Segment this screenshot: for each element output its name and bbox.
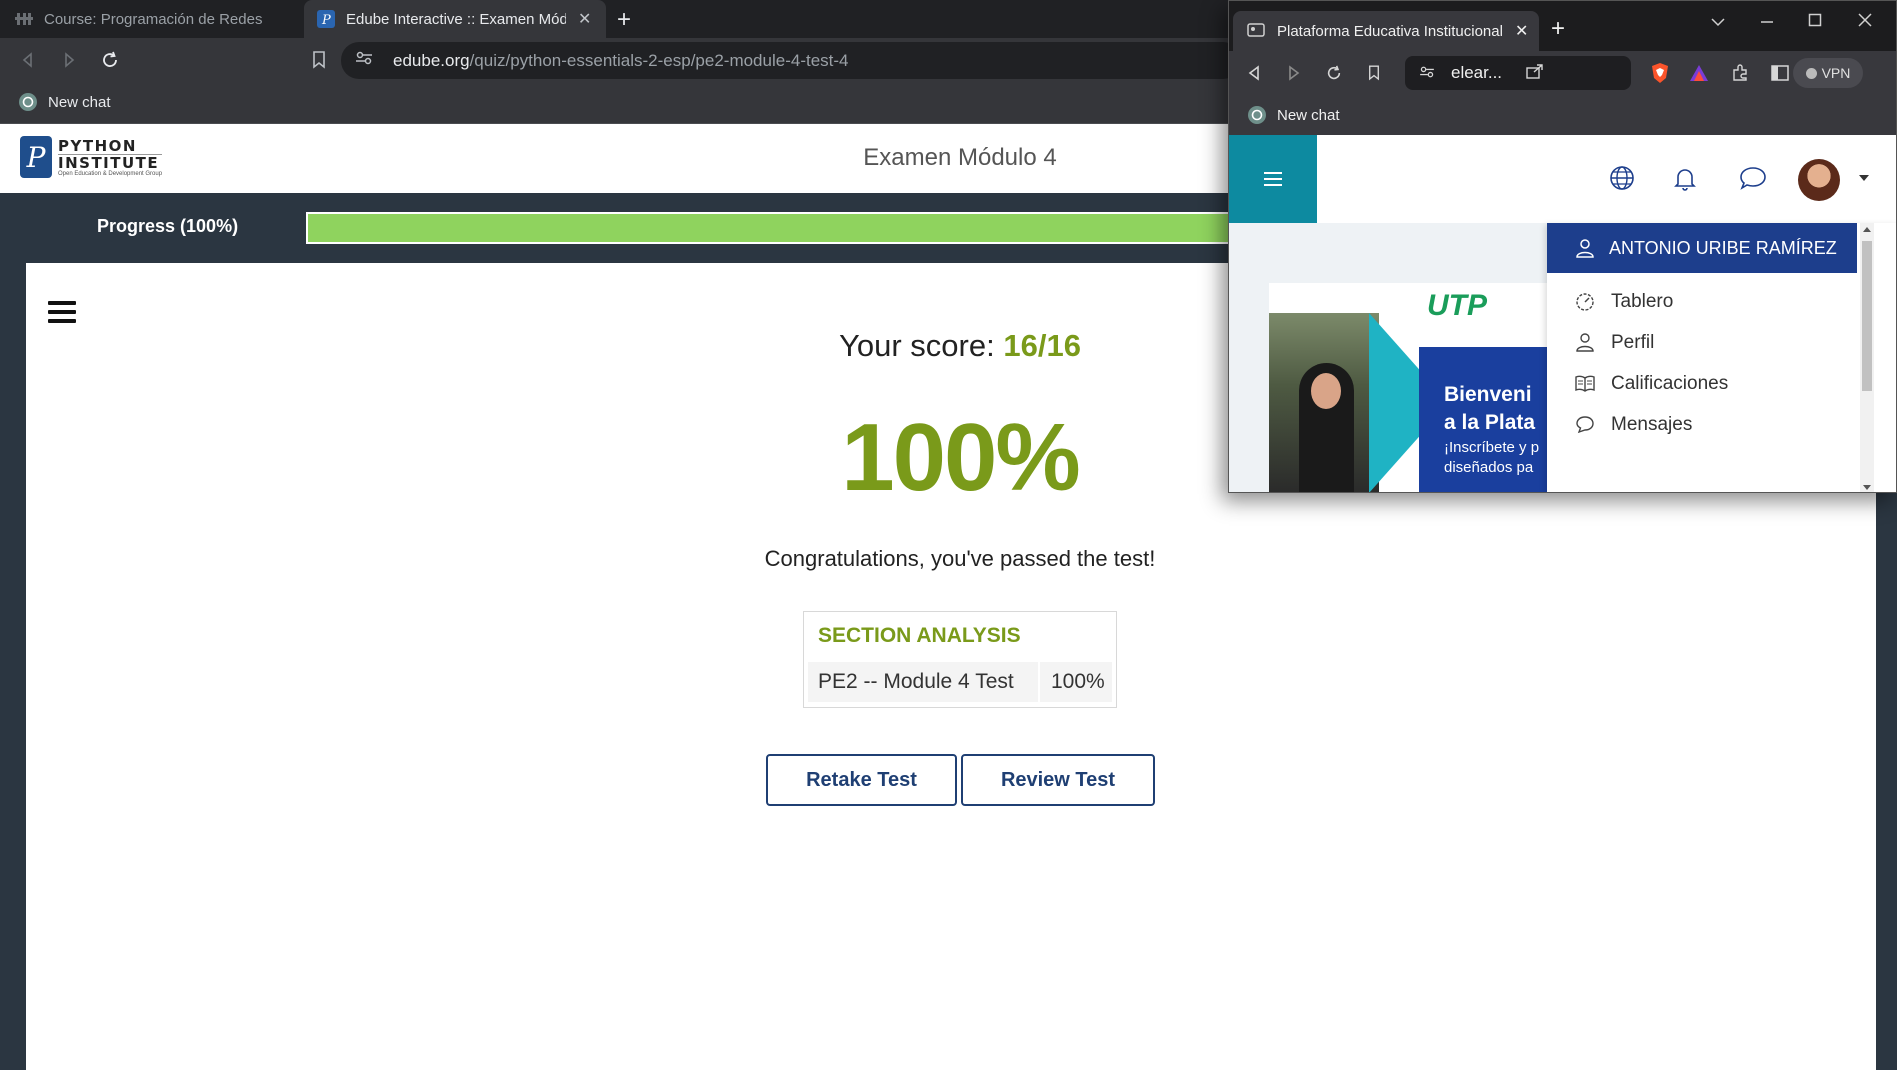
- share-icon[interactable]: [1526, 63, 1544, 84]
- messages-bubble-icon[interactable]: [1739, 165, 1767, 193]
- user-icon: [1575, 238, 1595, 258]
- scrollbar-thumb[interactable]: [1862, 241, 1872, 391]
- svg-text:P: P: [321, 13, 331, 28]
- menu-icon[interactable]: [48, 301, 76, 328]
- brave-shields-icon[interactable]: [1647, 60, 1673, 86]
- address-bar[interactable]: edube.org /quiz/python-essentials-2-esp/…: [341, 42, 1241, 79]
- section-divider: [1038, 662, 1040, 702]
- bookmark-new-chat[interactable]: New chat: [18, 92, 111, 112]
- maximize-icon[interactable]: [1808, 11, 1822, 32]
- dropdown-item-perfil[interactable]: Perfil: [1575, 328, 1654, 358]
- dropdown-item-label: Calificaciones: [1611, 373, 1729, 394]
- congrats-message: Congratulations, you've passed the test!: [764, 546, 1156, 571]
- globe-icon[interactable]: [1609, 165, 1637, 193]
- user-dropdown-menu: ANTONIO URIBE RAMÍREZ Tablero Perfil Cal…: [1547, 223, 1896, 492]
- progress-label: Progress (100%): [97, 216, 239, 236]
- dropdown-item-label: Tablero: [1611, 291, 1674, 312]
- chatgpt-icon: [18, 92, 38, 112]
- new-tab-icon[interactable]: +: [1551, 15, 1565, 43]
- user-menu-caret-icon[interactable]: [1859, 175, 1869, 181]
- section-row: PE2 -- Module 4 Test 100%: [808, 662, 1112, 702]
- url-host: edube.org: [393, 50, 470, 70]
- back-icon[interactable]: [1241, 60, 1267, 86]
- url-text: elear...: [1451, 63, 1503, 82]
- bookmark-icon[interactable]: [305, 46, 333, 74]
- site-favicon-icon: [1247, 21, 1267, 41]
- reload-icon[interactable]: [1321, 60, 1347, 86]
- notification-bell-icon[interactable]: [1672, 165, 1700, 193]
- review-test-button[interactable]: Review Test: [961, 754, 1155, 806]
- reload-icon[interactable]: [96, 46, 124, 74]
- dropdown-item-label: Mensajes: [1611, 414, 1693, 435]
- network-icon: [14, 9, 34, 29]
- tab-strip: Plataforma Educativa Institucional ✕ +: [1229, 1, 1896, 51]
- platform-topbar: [1229, 135, 1896, 223]
- welcome-banner: UTP Bienveni a la Plata ¡Inscríbete y p …: [1269, 283, 1569, 492]
- dashboard-gauge-icon: [1575, 291, 1597, 313]
- retake-test-button[interactable]: Retake Test: [766, 754, 957, 806]
- dropdown-username: ANTONIO URIBE RAMÍREZ: [1609, 237, 1837, 258]
- tab-title: Course: Programación de Redes: [44, 10, 263, 28]
- vpn-button[interactable]: VPN: [1793, 58, 1863, 88]
- tab-title: Edube Interactive :: Examen Módulo 4: [346, 10, 566, 28]
- dropdown-item-calificaciones[interactable]: Calificaciones: [1575, 369, 1728, 399]
- scroll-up-icon[interactable]: [1863, 227, 1871, 232]
- tab-title: Plataforma Educativa Institucional: [1277, 22, 1503, 40]
- section-analysis-title: SECTION ANALYSIS: [818, 624, 1021, 647]
- score-label: Your score:: [839, 328, 995, 363]
- banner-line4: diseñados pa: [1444, 459, 1534, 476]
- bookmarks-bar: New chat: [1229, 95, 1896, 135]
- sidebar-icon[interactable]: [1767, 60, 1793, 86]
- user-avatar[interactable]: [1798, 159, 1840, 201]
- section-percent: 100%: [1051, 670, 1105, 693]
- banner-face: [1311, 373, 1341, 409]
- back-icon[interactable]: [14, 46, 42, 74]
- dropdown-scrollbar[interactable]: [1860, 223, 1874, 492]
- close-tab-icon[interactable]: ✕: [578, 9, 591, 29]
- forward-icon[interactable]: [1281, 60, 1307, 86]
- bookmark-new-chat[interactable]: New chat: [1247, 105, 1340, 125]
- score-value: 16/16: [1003, 328, 1081, 363]
- tab-plataforma[interactable]: Plataforma Educativa Institucional ✕: [1233, 11, 1539, 51]
- close-tab-icon[interactable]: ✕: [1515, 21, 1528, 41]
- right-browser-window: Plataforma Educativa Institucional ✕ + e…: [1228, 0, 1897, 493]
- python-institute-favicon-icon: P: [316, 9, 336, 29]
- banner-line3: ¡Inscríbete y p: [1444, 439, 1540, 456]
- minimize-icon[interactable]: [1760, 11, 1774, 32]
- section-name: PE2 -- Module 4 Test: [818, 670, 1014, 693]
- gradebook-icon: [1575, 373, 1597, 395]
- dropdown-user-header[interactable]: ANTONIO URIBE RAMÍREZ: [1547, 223, 1857, 273]
- site-settings-icon[interactable]: [1419, 63, 1435, 83]
- site-settings-icon[interactable]: [355, 51, 379, 70]
- scroll-down-icon[interactable]: [1863, 485, 1871, 490]
- platform-page: UTP Bienveni a la Plata ¡Inscríbete y p …: [1229, 135, 1896, 492]
- tab-course[interactable]: Course: Programación de Redes: [14, 0, 304, 38]
- vpn-label: VPN: [1821, 65, 1851, 81]
- forward-icon[interactable]: [55, 46, 83, 74]
- dropdown-item-label: Perfil: [1611, 332, 1655, 353]
- tab-search-icon[interactable]: [1711, 11, 1725, 32]
- utp-logo: UTP: [1427, 289, 1487, 322]
- bookmark-label: New chat: [1277, 106, 1340, 124]
- dropdown-item-tablero[interactable]: Tablero: [1575, 287, 1673, 317]
- message-icon: [1575, 414, 1597, 436]
- chatgpt-icon: [1247, 105, 1267, 125]
- address-bar[interactable]: elear...: [1405, 56, 1631, 90]
- extensions-icon[interactable]: [1727, 60, 1753, 86]
- user-icon: [1575, 332, 1597, 354]
- brave-rewards-icon[interactable]: [1686, 60, 1712, 86]
- vpn-status-dot: [1805, 67, 1817, 79]
- dropdown-item-mensajes[interactable]: Mensajes: [1575, 410, 1692, 440]
- window-edge: [1893, 493, 1897, 1070]
- close-window-icon[interactable]: [1858, 11, 1872, 32]
- menu-toggle-button[interactable]: [1229, 135, 1317, 223]
- bookmark-label: New chat: [48, 93, 111, 111]
- tab-edube[interactable]: P Edube Interactive :: Examen Módulo 4 ✕: [304, 0, 606, 38]
- url-path: /quiz/python-essentials-2-esp/pe2-module…: [469, 50, 849, 70]
- new-tab-icon[interactable]: +: [617, 6, 631, 34]
- section-analysis: SECTION ANALYSIS PE2 -- Module 4 Test 10…: [803, 611, 1117, 708]
- banner-line2: a la Plata: [1444, 411, 1536, 434]
- banner-line1: Bienveni: [1444, 383, 1532, 406]
- bookmark-icon[interactable]: [1361, 60, 1387, 86]
